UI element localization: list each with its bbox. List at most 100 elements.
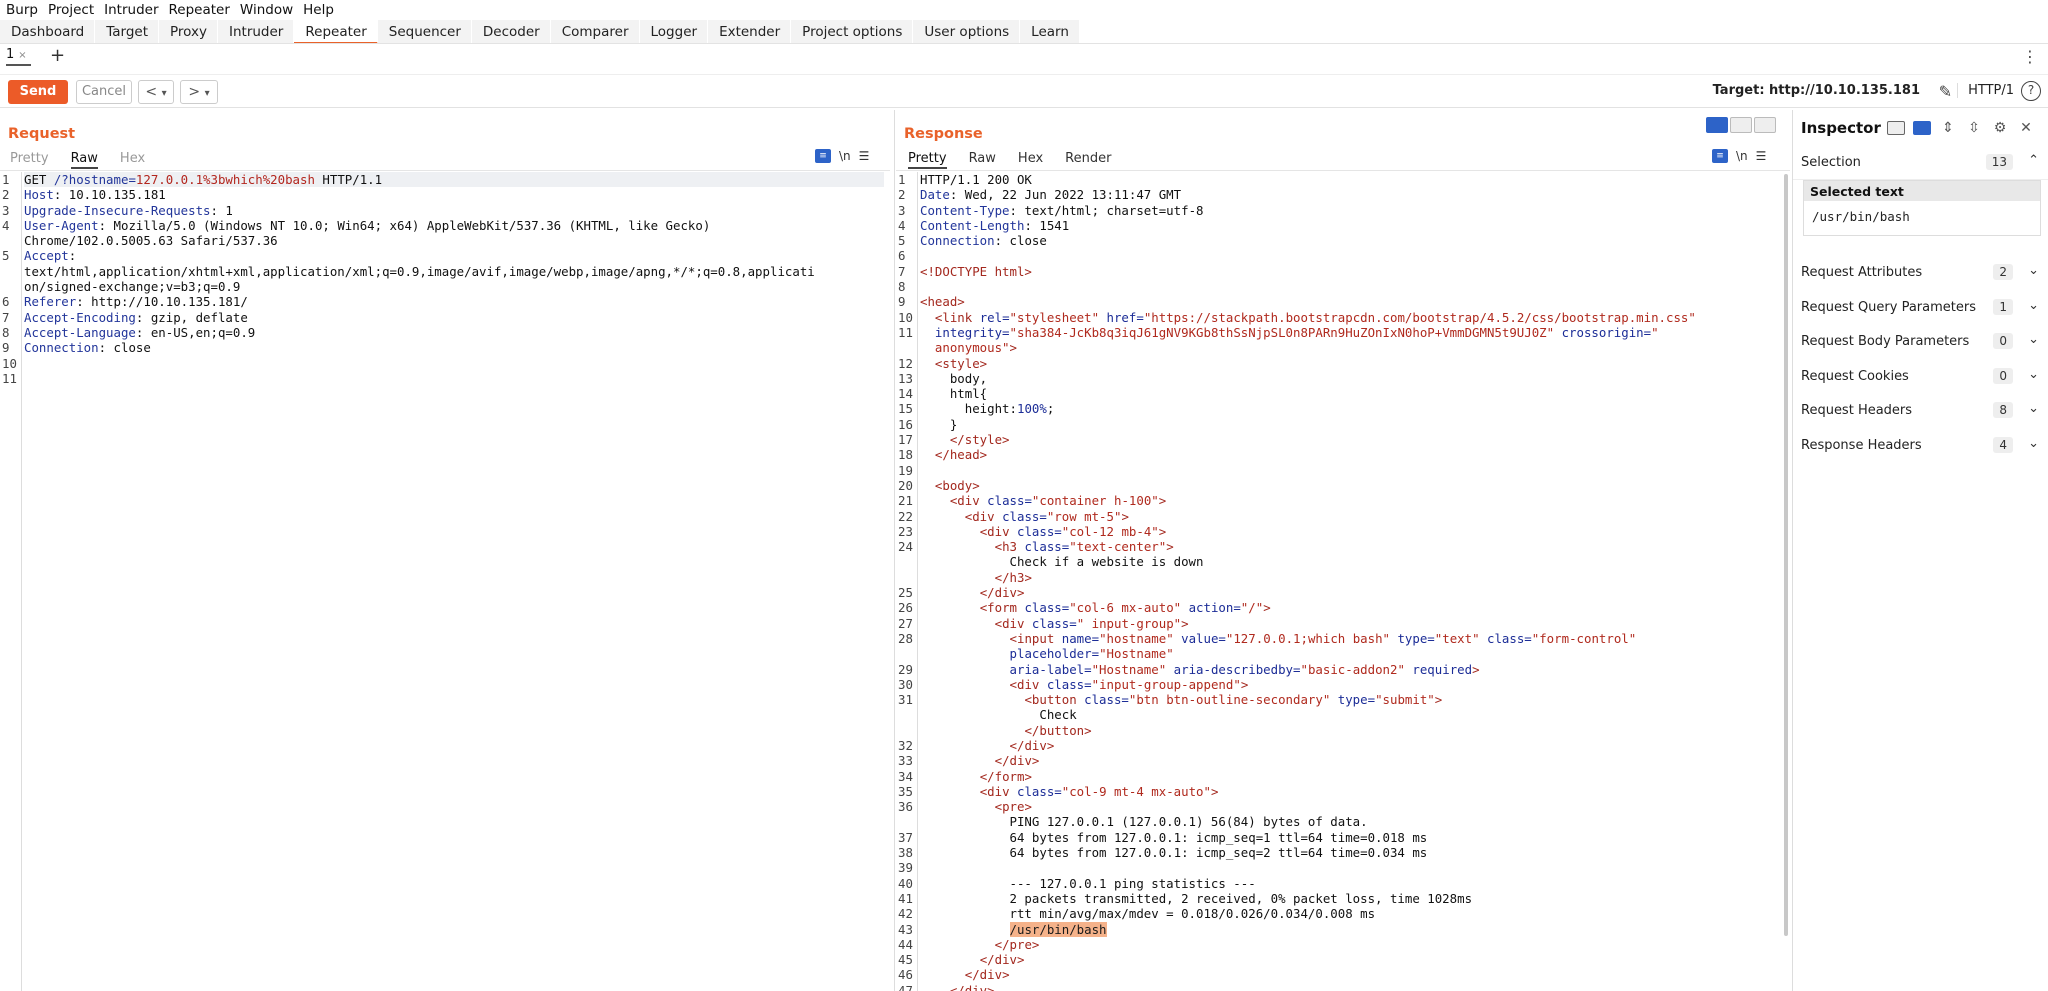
code-line[interactable]: HTTP/1.1 200 OK [920,172,1696,187]
menu-item-burp[interactable]: Burp [6,2,38,18]
code-line[interactable]: <style> [920,356,1696,371]
code-line[interactable]: </h3> [920,570,1696,585]
response-editor[interactable]: 1 2 3 4 5 6 7 8 9 10 11 12 13 14 15 16 17 18 19 20 21 22 23 24 2… [896,172,1782,991]
code-line[interactable]: </pre> [920,937,1696,952]
code-line[interactable]: Date: Wed, 22 Jun 2022 13:11:47 GMT [920,187,1696,202]
tab-sequencer[interactable]: Sequencer [377,20,472,44]
tab-dashboard[interactable]: Dashboard [0,20,96,44]
code-line[interactable]: </div> [920,967,1696,982]
response-view-render[interactable]: Render [1065,151,1111,169]
code-line[interactable]: --- 127.0.0.1 ping statistics --- [920,876,1696,891]
code-line[interactable]: Check [920,707,1696,722]
code-line[interactable]: height:100%; [920,401,1696,416]
tab-repeater[interactable]: Repeater [294,20,378,44]
forward-button[interactable]: > ▾ [180,80,218,104]
code-line[interactable]: <button class="btn btn-outline-secondary… [920,692,1696,707]
code-line[interactable] [920,860,1696,875]
code-line[interactable]: Accept: [24,248,884,263]
menu-item-intruder[interactable]: Intruder [104,2,158,18]
menu-item-project[interactable]: Project [48,2,94,18]
layout-list-icon[interactable] [1887,121,1905,135]
gear-icon[interactable]: ⚙ [1991,120,2009,136]
code-line[interactable]: User-Agent: Mozilla/5.0 (Windows NT 10.0… [24,218,884,233]
code-line[interactable] [920,248,1696,263]
send-button[interactable]: Send [8,80,68,104]
code-line[interactable]: GET /?hostname=127.0.0.1%3bwhich%20bash … [24,172,884,188]
code-line[interactable]: Accept-Encoding: gzip, deflate [24,310,884,325]
menu-item-window[interactable]: Window [240,2,293,18]
menu-icon[interactable]: ☰ [1756,149,1767,163]
newline-icon[interactable]: \n [1736,149,1748,163]
cancel-button[interactable]: Cancel [76,80,132,104]
chevron-down-icon[interactable]: ⌄ [2028,367,2039,382]
tab-extender[interactable]: Extender [708,20,792,44]
tab-project-options[interactable]: Project options [791,20,914,44]
code-line[interactable]: /usr/bin/bash [920,921,1696,937]
inspector-section-request-body-parameters[interactable]: Request Body Parameters 0 ⌄ [1793,325,2048,359]
tab-comparer[interactable]: Comparer [550,20,640,44]
request-code[interactable]: GET /?hostname=127.0.0.1%3bwhich%20bash … [24,172,884,386]
chevron-down-icon[interactable]: ⌄ [2028,298,2039,313]
code-line[interactable]: <form class="col-6 mx-auto" action="/"> [920,600,1696,615]
code-line[interactable]: <input name="hostname" value="127.0.0.1;… [920,631,1696,646]
code-line[interactable]: <head> [920,294,1696,309]
code-line[interactable]: <link rel="stylesheet" href="https://sta… [920,310,1696,325]
code-line[interactable]: body, [920,371,1696,386]
code-line[interactable]: <pre> [920,799,1696,814]
chevron-up-icon[interactable]: ⌃ [2028,153,2039,168]
code-line[interactable]: 2 packets transmitted, 2 received, 0% pa… [920,891,1696,906]
repeater-tab-1[interactable]: 1 × [6,47,31,66]
menu-icon[interactable]: ☰ [859,149,870,163]
close-icon[interactable]: × [18,50,26,61]
code-line[interactable] [920,463,1696,478]
edit-target-icon[interactable]: ✎ [1939,82,1952,101]
code-line[interactable]: Connection: close [920,233,1696,248]
code-line[interactable]: placeholder="Hostname" [920,646,1696,661]
code-line[interactable]: </div> [920,753,1696,768]
close-icon[interactable]: ✕ [2017,120,2035,136]
expand-icon[interactable]: ⇕ [1939,120,1957,136]
response-code[interactable]: HTTP/1.1 200 OK Date: Wed, 22 Jun 2022 13… [920,172,1696,991]
layout-side-by-side-icon[interactable] [1706,117,1728,133]
code-line[interactable]: <div class="input-group-append"> [920,677,1696,692]
tab-intruder[interactable]: Intruder [218,20,295,44]
layout-panel-icon[interactable] [1913,121,1931,135]
code-line[interactable]: 64 bytes from 127.0.0.1: icmp_seq=2 ttl=… [920,845,1696,860]
code-line[interactable] [24,356,884,371]
response-view-raw[interactable]: Raw [969,151,996,169]
more-options-icon[interactable]: ⋮ [2022,47,2038,66]
code-line[interactable]: </head> [920,447,1696,462]
menu-item-repeater[interactable]: Repeater [169,2,230,18]
code-line[interactable]: <div class="row mt-5"> [920,509,1696,524]
code-line[interactable]: <div class="col-12 mb-4"> [920,524,1696,539]
code-line[interactable]: aria-label="Hostname" aria-describedby="… [920,662,1696,677]
chevron-down-icon[interactable]: ⌄ [2028,401,2039,416]
code-line[interactable]: </form> [920,769,1696,784]
code-line[interactable]: </div> [920,738,1696,753]
code-line[interactable]: anonymous"> [920,340,1696,355]
inspector-section-request-headers[interactable]: Request Headers 8 ⌄ [1793,394,2048,428]
code-line[interactable]: Connection: close [24,340,884,355]
inspector-section-request-attributes[interactable]: Request Attributes 2 ⌄ [1793,256,2048,290]
request-view-pretty[interactable]: Pretty [10,151,49,169]
code-line[interactable]: <div class="container h-100"> [920,493,1696,508]
tab-learn[interactable]: Learn [1020,20,1080,44]
wrap-icon[interactable]: ≡ [1712,149,1728,163]
menu-item-help[interactable]: Help [303,2,334,18]
code-line[interactable]: Host: 10.10.135.181 [24,187,884,202]
response-scrollbar[interactable] [1784,174,1788,936]
code-line[interactable]: </div> [920,983,1696,991]
response-view-pretty[interactable]: Pretty [908,151,947,169]
code-line[interactable]: <div class="col-9 mt-4 mx-auto"> [920,784,1696,799]
tab-proxy[interactable]: Proxy [159,20,218,44]
code-line[interactable]: Chrome/102.0.5005.63 Safari/537.36 [24,233,884,248]
code-line[interactable]: 64 bytes from 127.0.0.1: icmp_seq=1 ttl=… [920,830,1696,845]
http-version[interactable]: HTTP/1 [1957,83,2014,98]
code-line[interactable]: Content-Length: 1541 [920,218,1696,233]
add-tab-button[interactable]: + [50,45,65,66]
inspector-selection[interactable]: Selection 13 ⌃ [1793,146,2048,180]
code-line[interactable]: <!DOCTYPE html> [920,264,1696,279]
code-line[interactable]: rtt min/avg/max/mdev = 0.018/0.026/0.034… [920,906,1696,921]
code-line[interactable]: <body> [920,478,1696,493]
code-line[interactable]: </style> [920,432,1696,447]
